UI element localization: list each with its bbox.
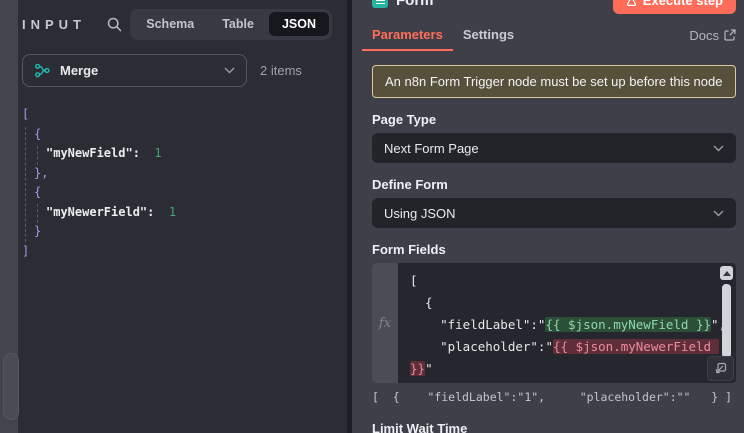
collapsed-panel-handle[interactable] [3, 353, 19, 420]
param-form-fields: Form Fields fx [ { "fieldLabel":"{{ $jso… [372, 242, 736, 404]
expression-preview: [ { "fieldLabel":"1", "placeholder":"" }… [372, 390, 736, 404]
input-source-row: Merge 2 items [22, 54, 332, 87]
tab-schema[interactable]: Schema [133, 12, 207, 36]
tab-parameters[interactable]: Parameters [362, 19, 453, 51]
chevron-down-icon [713, 210, 724, 217]
code-line: { [410, 292, 710, 314]
json-line: "myNewerField": 1 [22, 203, 332, 223]
chevron-down-icon [224, 67, 235, 74]
json-line: [ [22, 105, 332, 125]
docs-link[interactable]: Docs [689, 28, 736, 43]
node-title: Form [396, 0, 434, 9]
define-form-label: Define Form [372, 177, 736, 193]
display-mode-tabs: Schema Table JSON [130, 9, 332, 40]
page-type-label: Page Type [372, 112, 736, 128]
expression-gutter: fx [372, 263, 398, 383]
json-line: }, [22, 164, 332, 184]
json-line: ] [22, 242, 332, 262]
canvas-edge-rail [0, 0, 18, 433]
node-header: Form Execute step [372, 0, 736, 13]
fx-icon: fx [379, 316, 391, 331]
expand-editor-button[interactable] [707, 356, 734, 381]
scrollbar-thumb[interactable] [722, 284, 731, 358]
flask-icon [626, 0, 637, 6]
json-line: } [22, 222, 332, 242]
execute-step-button[interactable]: Execute step [613, 0, 736, 14]
form-fields-json-editor[interactable]: fx [ { "fieldLabel":"{{ $json.myNewField… [372, 263, 736, 383]
tab-settings[interactable]: Settings [453, 19, 524, 51]
execute-step-label: Execute step [643, 0, 723, 8]
indent-guide [37, 204, 38, 223]
form-fields-code[interactable]: [ { "fieldLabel":"{{ $json.myNewField }}… [398, 263, 736, 383]
node-tabs: Parameters Settings Docs [372, 19, 736, 51]
code-line: } [410, 380, 710, 383]
input-source-select[interactable]: Merge [22, 54, 247, 87]
code-line: "fieldLabel":"{{ $json.myNewField }}", [410, 314, 710, 336]
input-panel-title: INPUT [22, 17, 86, 32]
tab-table[interactable]: Table [209, 12, 267, 36]
search-icon [106, 16, 123, 33]
chevron-down-icon [713, 145, 724, 152]
indent-guide [25, 127, 26, 242]
define-form-value: Using JSON [384, 206, 456, 221]
input-panel: INPUT Schema Table JSON [18, 0, 347, 433]
scroll-up-button[interactable] [720, 266, 733, 280]
param-page-type: Page Type Next Form Page [372, 112, 736, 163]
merge-node-icon [34, 62, 51, 79]
external-link-icon [724, 29, 736, 41]
items-count: 2 items [260, 63, 302, 78]
search-button[interactable] [106, 16, 123, 33]
input-panel-header: INPUT Schema Table JSON [22, 8, 332, 40]
docs-label: Docs [689, 28, 719, 43]
code-line: }}" [410, 358, 710, 380]
n8n-node-detail-view: INPUT Schema Table JSON [0, 0, 744, 433]
input-json-view[interactable]: [{"myNewField": 1},{"myNewerField": 1}] [22, 105, 332, 261]
limit-wait-time-label: Limit Wait Time [372, 421, 736, 433]
json-line: "myNewField": 1 [22, 144, 332, 164]
json-line: { [22, 183, 332, 203]
page-type-select[interactable]: Next Form Page [372, 133, 736, 163]
param-define-form: Define Form Using JSON [372, 177, 736, 228]
node-settings-panel: Form Execute step Parameters Settings Do… [352, 0, 744, 433]
code-line: "placeholder":"{{ $json.myNewerField [410, 336, 710, 358]
form-fields-label: Form Fields [372, 242, 736, 258]
indent-guide [37, 146, 38, 165]
page-type-value: Next Form Page [384, 141, 479, 156]
expand-icon [714, 362, 727, 375]
define-form-select[interactable]: Using JSON [372, 198, 736, 228]
input-source-value: Merge [60, 63, 98, 78]
form-node-icon [372, 0, 388, 8]
tab-json[interactable]: JSON [269, 12, 329, 36]
form-trigger-notice: An n8n Form Trigger node must be set up … [372, 65, 736, 98]
code-line: [ [410, 270, 710, 292]
json-line: { [22, 125, 332, 145]
